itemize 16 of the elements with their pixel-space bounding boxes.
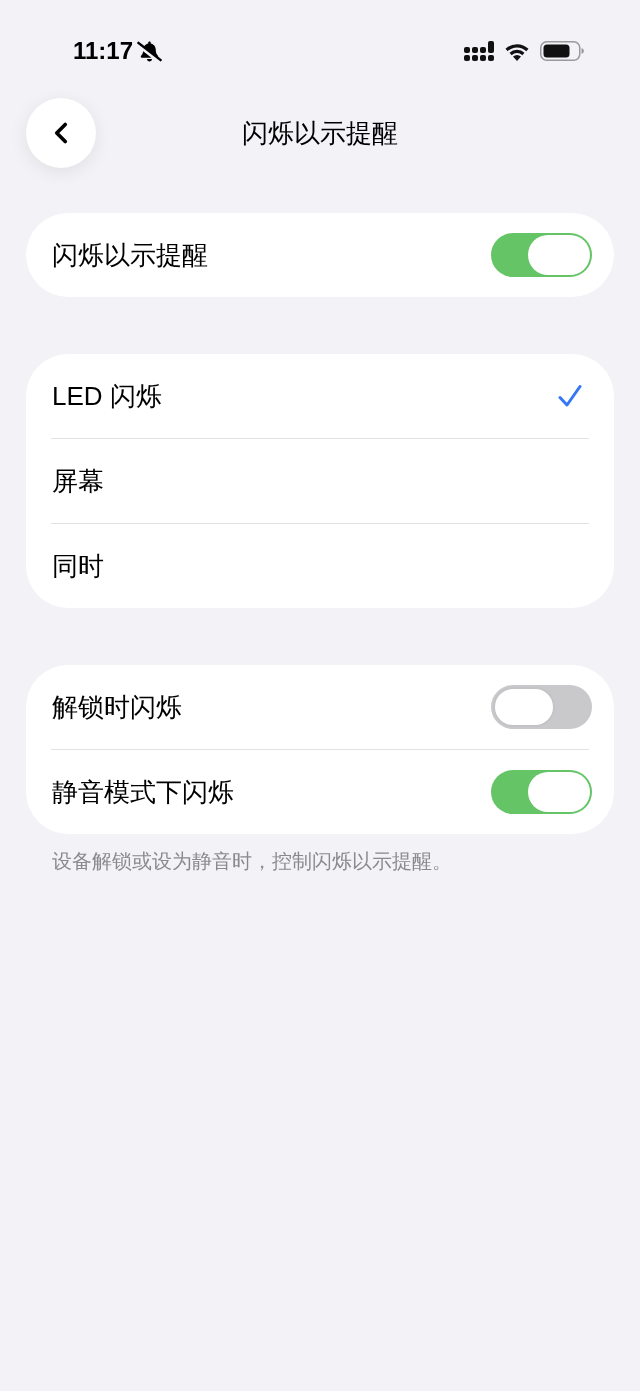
option-item[interactable]: 屏幕 — [26, 439, 614, 523]
battery-icon — [540, 41, 584, 61]
section-footer-text: 设备解锁或设为静音时，控制闪烁以示提醒。 — [51, 849, 453, 874]
toggle-switch[interactable] — [491, 770, 592, 814]
toggle-switch[interactable] — [491, 685, 592, 729]
setting-label: 静音模式下闪烁 — [52, 775, 234, 809]
option-item[interactable]: 同时 — [26, 524, 614, 608]
signal-icon — [464, 41, 494, 61]
setting-label: 解锁时闪烁 — [52, 690, 182, 724]
toggle-switch[interactable] — [491, 233, 592, 277]
silent-bell-icon — [137, 40, 163, 62]
option-item[interactable]: LED 闪烁 — [26, 354, 614, 438]
wifi-icon — [504, 41, 530, 61]
page-title: 闪烁以示提醒 — [242, 116, 398, 150]
status-time: 11:17 — [73, 36, 134, 66]
setting-label: 闪烁以示提醒 — [52, 238, 208, 272]
